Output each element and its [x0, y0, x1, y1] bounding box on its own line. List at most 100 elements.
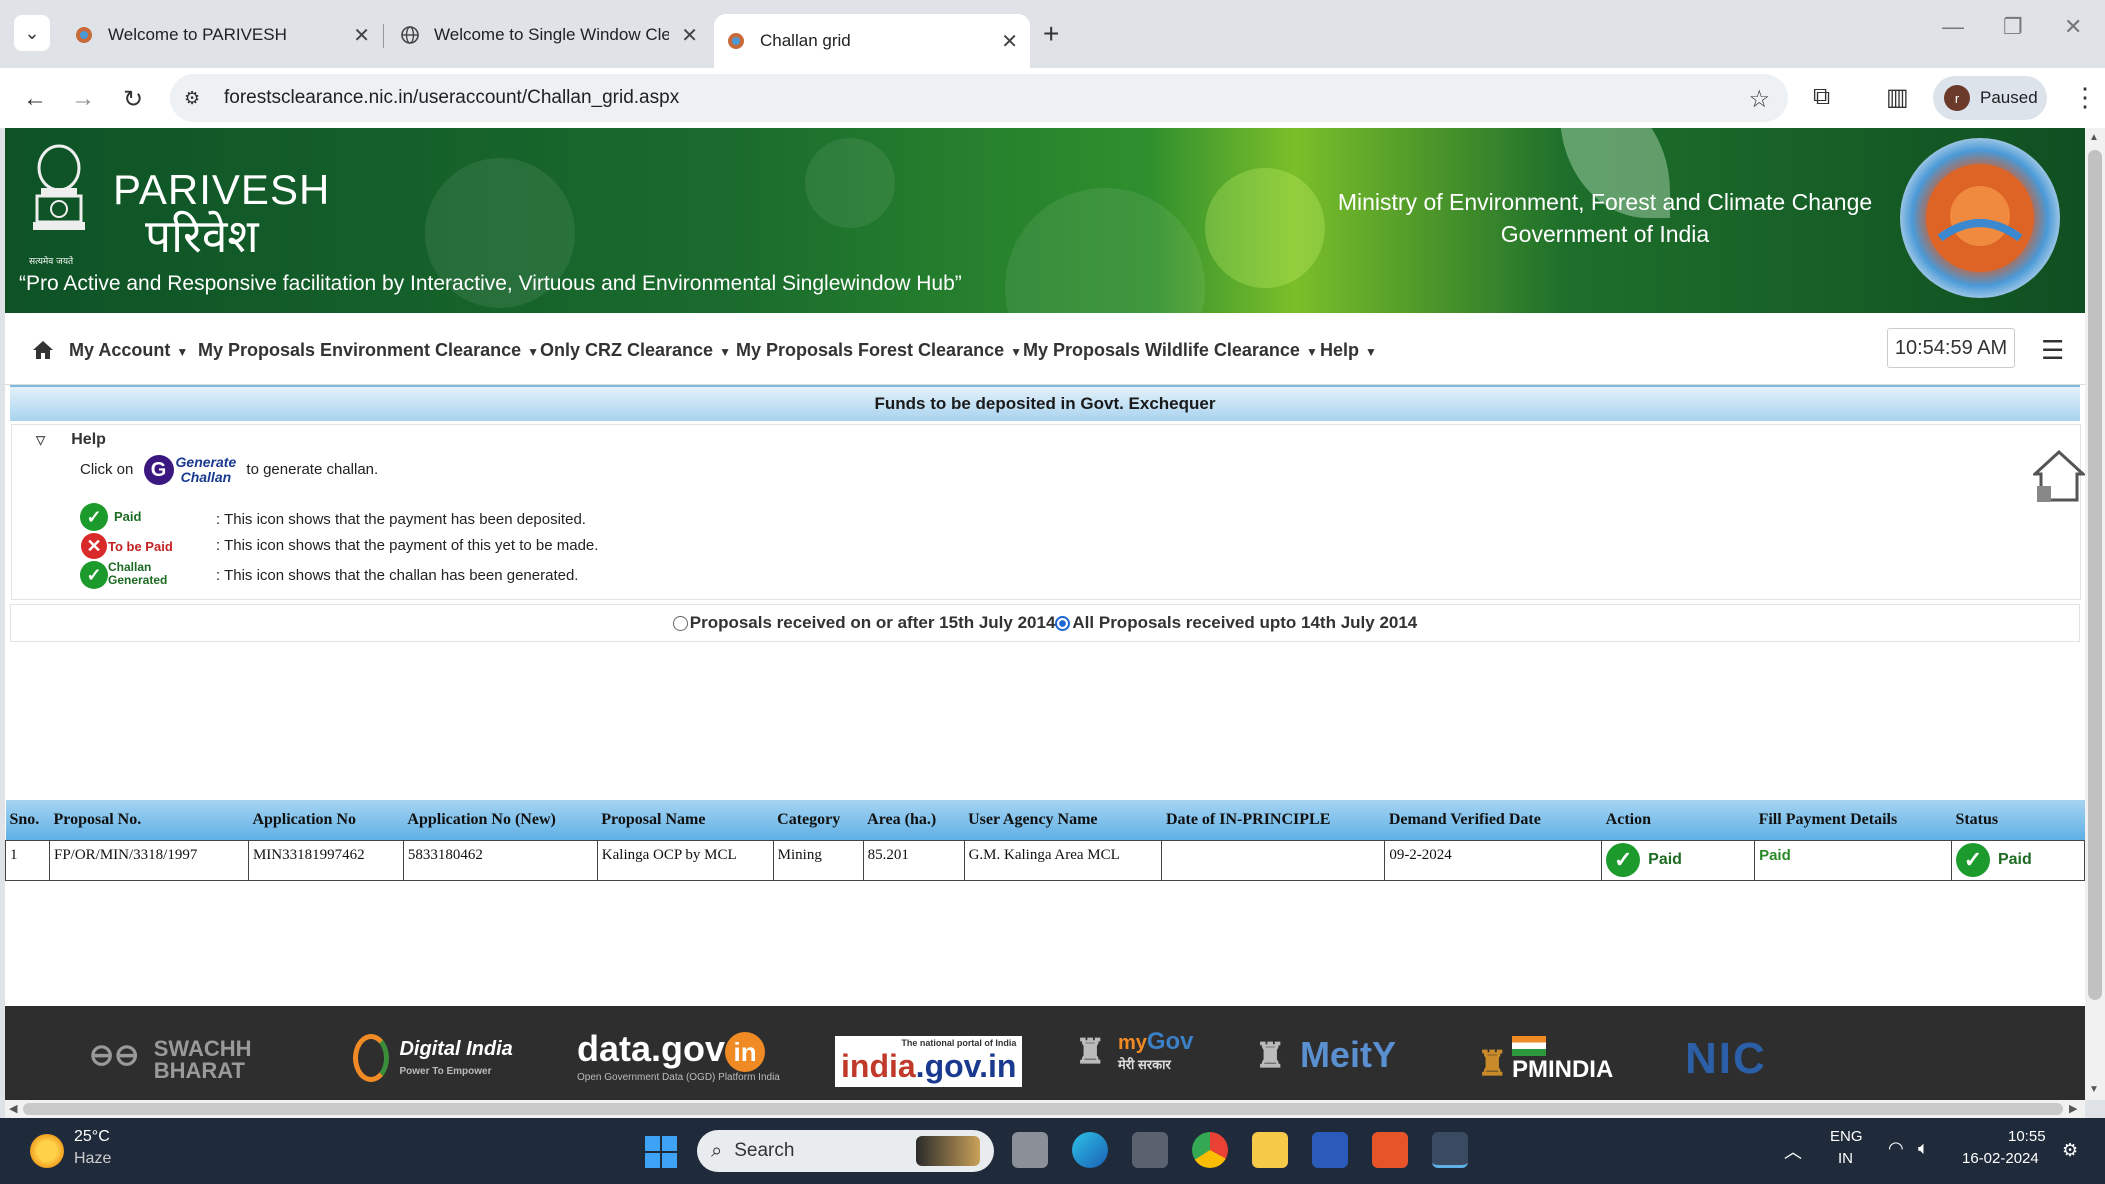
help-heading: Help — [71, 431, 106, 448]
menu-label: My Account — [69, 340, 171, 360]
extensions-puzzle-icon[interactable]: ⧉ — [1813, 83, 1830, 111]
help-toggle[interactable]: ▽ Help — [36, 431, 106, 449]
tab-parivesh[interactable]: Welcome to PARIVESH ✕ — [62, 14, 382, 56]
cell-fill-payment: Paid — [1754, 839, 1952, 881]
browser-menu-icon[interactable]: ⋮ — [2072, 82, 2098, 113]
weather-condition[interactable]: Haze — [74, 1150, 111, 1168]
wifi-icon[interactable]: ◠ — [1888, 1138, 1904, 1159]
close-tab-icon[interactable]: ✕ — [353, 23, 370, 48]
task-view-icon[interactable] — [1012, 1132, 1048, 1168]
new-tab-plus-icon[interactable]: + — [1043, 18, 1059, 50]
cell-area: 85.201 — [862, 839, 965, 881]
home-shortcut-icon[interactable] — [2031, 448, 2085, 517]
edge-browser-icon[interactable] — [1072, 1132, 1108, 1168]
chrome-browser-icon[interactable] — [1192, 1132, 1228, 1168]
radio-label-after[interactable]: Proposals received on or after 15th July… — [690, 613, 1056, 633]
vertical-scrollbar[interactable]: ▲ ▼ — [2085, 128, 2105, 1100]
reload-icon[interactable]: ↻ — [116, 82, 150, 116]
weather-temp[interactable]: 25°C — [74, 1128, 110, 1146]
scroll-up-arrow-icon[interactable]: ▲ — [2089, 132, 2099, 143]
scroll-left-arrow-icon[interactable]: ◀ — [9, 1102, 17, 1115]
menu-label: Only CRZ Clearance — [540, 340, 714, 360]
action-paid-badge[interactable]: ✓ Paid — [1606, 842, 1682, 877]
language-code[interactable]: ENG — [1830, 1128, 1863, 1145]
india-gov-logo[interactable]: The national portal of India india.gov.i… — [835, 1036, 1023, 1087]
nic-logo[interactable]: NIC — [1685, 1034, 1767, 1084]
paid-check-icon: ✓ — [1955, 842, 1990, 877]
tagline: “Pro Active and Responsive facilitation … — [19, 272, 962, 295]
glasses-icon: ⊖⊖ — [89, 1039, 140, 1072]
side-panel-icon[interactable]: ▥ — [1886, 83, 1909, 112]
menu-wildlife-clearance[interactable]: My Proposals Wildlife Clearance ▼ — [1023, 340, 1318, 361]
close-window-icon[interactable]: ✕ — [2064, 14, 2082, 40]
close-tab-icon[interactable]: ✕ — [681, 23, 698, 48]
file-explorer-icon[interactable] — [1252, 1132, 1288, 1168]
site-info-icon[interactable]: ⚙ — [184, 88, 208, 109]
paid-description: : This icon shows that the payment has b… — [216, 511, 586, 528]
restore-window-icon[interactable]: ❐ — [2003, 14, 2023, 40]
clock-date[interactable]: 16-02-2024 — [1962, 1150, 2039, 1167]
cell-sno: 1 — [5, 839, 50, 881]
radio-upto-july-2014[interactable] — [1055, 615, 1071, 631]
url-text[interactable]: forestsclearance.nic.in/useraccount/Chal… — [224, 87, 679, 109]
office-app-icon[interactable] — [1372, 1132, 1408, 1168]
tab-challan-grid[interactable]: Challan grid ✕ — [714, 14, 1030, 68]
radio-after-july-2014[interactable] — [672, 615, 688, 631]
pmindia-logo[interactable]: ♜ PMINDIA — [1477, 1036, 1613, 1084]
notification-bell-icon[interactable]: ⚙ — [2062, 1140, 2078, 1161]
menu-forest-clearance[interactable]: My Proposals Forest Clearance ▼ — [736, 340, 1022, 361]
fill-payment-link[interactable]: Paid — [1759, 847, 1791, 864]
menu-my-account[interactable]: My Account ▼ — [69, 340, 188, 361]
scroll-down-arrow-icon[interactable]: ▼ — [2089, 1084, 2099, 1095]
language-region[interactable]: IN — [1838, 1150, 1853, 1167]
snipping-tool-icon[interactable] — [1432, 1132, 1468, 1168]
logo-text: Digital India — [399, 1037, 513, 1060]
address-bar[interactable]: ⚙ forestsclearance.nic.in/useraccount/Ch… — [170, 74, 1788, 122]
scrollbar-thumb[interactable] — [23, 1103, 2063, 1115]
challan-line1: Challan — [108, 560, 152, 574]
taskbar-search[interactable]: ⌕ Search — [697, 1130, 994, 1172]
help-panel: ▽ Help Click on G Generate Challan to gener… — [11, 424, 2081, 600]
tab-search-button[interactable]: ⌄ — [14, 15, 50, 51]
col-header: Proposal No. — [49, 800, 249, 840]
horizontal-scrollbar[interactable]: ◀ ▶ — [5, 1100, 2085, 1118]
challan-generated-check-icon: ✓ — [80, 561, 108, 589]
clock-time[interactable]: 10:55 — [2008, 1128, 2046, 1145]
windows-start-icon[interactable] — [645, 1136, 677, 1168]
forward-arrow-icon[interactable]: → — [66, 82, 100, 116]
menu-environment-clearance[interactable]: My Proposals Environment Clearance ▼ — [198, 340, 539, 361]
digital-india-logo[interactable]: Digital India Power To Empower — [353, 1034, 513, 1082]
hamburger-menu-icon[interactable]: ☰ — [2041, 335, 2064, 366]
scroll-right-arrow-icon[interactable]: ▶ — [2069, 1102, 2077, 1115]
menu-label: Help — [1320, 340, 1360, 360]
tray-chevron-up-icon[interactable]: ︿ — [1784, 1138, 1802, 1164]
close-tab-icon[interactable]: ✕ — [1001, 29, 1018, 54]
caret-down-icon: ▼ — [1010, 345, 1022, 359]
emblem-icon: ♜ — [1255, 1037, 1286, 1075]
cell-action: ✓ Paid — [1601, 839, 1756, 881]
avatar: r — [1944, 85, 1970, 111]
cell-proposal-no: FP/OR/MIN/3318/1997 — [48, 839, 249, 881]
swachh-bharat-logo[interactable]: ⊖⊖ SWACHH BHARAT — [89, 1038, 252, 1082]
volume-icon[interactable]: 🔈︎ — [1918, 1138, 1929, 1159]
col-header: Date of IN-PRINCIPLE — [1161, 800, 1385, 840]
mygov-logo[interactable]: ♜ myGov मेरी सरकार — [1075, 1030, 1194, 1075]
national-emblem-icon: सत्यमेव जयते — [23, 140, 95, 270]
meity-logo[interactable]: ♜ MeitY — [1255, 1034, 1396, 1076]
profile-button[interactable]: r Paused — [1933, 76, 2047, 120]
bookmark-star-icon[interactable]: ☆ — [1748, 85, 1770, 114]
data-gov-logo[interactable]: data.gov in Open Government Data (OGD) Pl… — [577, 1028, 780, 1083]
minimize-window-icon[interactable]: — — [1942, 14, 1964, 40]
word-icon[interactable] — [1312, 1132, 1348, 1168]
weather-sun-icon[interactable] — [30, 1134, 64, 1168]
back-arrow-icon[interactable]: ← — [18, 82, 52, 116]
radio-label-upto[interactable]: All Proposals received upto 14th July 20… — [1072, 613, 1417, 633]
menu-help[interactable]: Help ▼ — [1320, 340, 1377, 361]
home-icon[interactable] — [31, 339, 55, 367]
calculator-icon[interactable] — [1132, 1132, 1168, 1168]
scrollbar-thumb[interactable] — [2088, 150, 2102, 1000]
logo-text: in — [725, 1032, 766, 1072]
tab-single-window[interactable]: Welcome to Single Window Cle ✕ — [388, 14, 710, 56]
menu-crz-clearance[interactable]: Only CRZ Clearance ▼ — [540, 340, 731, 361]
challan-table: Sno. Proposal No. Application No Applica… — [5, 800, 2085, 881]
